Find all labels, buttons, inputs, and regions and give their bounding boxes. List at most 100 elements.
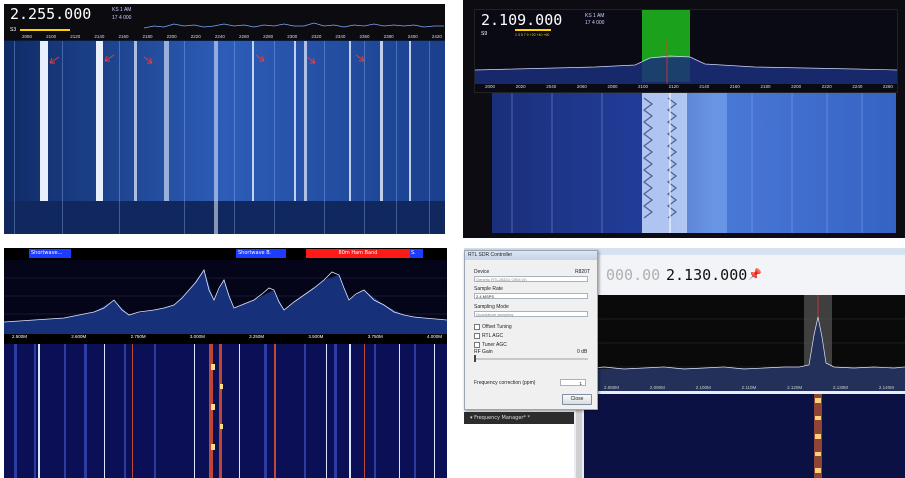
- signal-meter-bar: [20, 29, 70, 31]
- rtl-agc-checkbox[interactable]: RTL AGC: [474, 333, 503, 339]
- checkbox-box[interactable]: [474, 324, 480, 330]
- tick-label: 2.120M: [787, 385, 803, 390]
- tick-label: 2160: [729, 84, 740, 89]
- sdr-panel-top-left: 2.255.000 KS 1 AM 17 4 000 S3 2080 2100 …: [4, 4, 445, 234]
- bandwidth-line: 17 4 000: [585, 20, 605, 26]
- tick-label: 2240: [852, 84, 863, 89]
- tick-label: 3.500M: [308, 334, 324, 339]
- sample-rate-label: Sample Rate: [474, 286, 503, 292]
- frequency-axis: 2.500M 2.600M 2.750M 3.000M 3.250M 3.500…: [12, 334, 442, 339]
- waterfall-display[interactable]: [492, 93, 896, 233]
- tick-label: 2400: [407, 34, 418, 39]
- tick-label: 2.500M: [12, 334, 28, 339]
- sampling-mode-select[interactable]: Quadrature sampling: [474, 311, 588, 317]
- tick-label: 2320: [311, 34, 322, 39]
- frequency-manager-label: Frequency Manager* *: [474, 415, 531, 421]
- checkbox-label: Tuner AGC: [482, 342, 507, 348]
- waterfall-display[interactable]: [4, 41, 445, 234]
- frequency-axis: 2.080M 2.090M 2.100M 2.110M 2.120M 2.130…: [604, 385, 894, 390]
- tuner-agc-checkbox[interactable]: Tuner AGC: [474, 342, 507, 348]
- device-label: Device: [474, 269, 490, 275]
- tick-label: 2.600M: [71, 334, 87, 339]
- rf-gain-slider-thumb[interactable]: [474, 355, 476, 362]
- tick-label: 2040: [546, 84, 557, 89]
- frequency-axis: 2000 2020 2040 2060 2080 2100 2120 2140 …: [485, 84, 893, 89]
- tick-label: 2.080M: [604, 385, 620, 390]
- tick-label: 2200: [166, 34, 177, 39]
- tick-label: 3.250M: [249, 334, 265, 339]
- frequency-display[interactable]: 2.255.000: [10, 5, 91, 23]
- tuner-label: R820T: [575, 269, 591, 275]
- frequency-display-dim: 000.00: [606, 266, 661, 284]
- checkbox-box[interactable]: [474, 333, 480, 339]
- rf-gain-slider[interactable]: [474, 358, 588, 360]
- band-label[interactable]: S.: [410, 249, 423, 258]
- signal-meter-label: S3: [10, 27, 17, 33]
- tick-label: 2380: [383, 34, 394, 39]
- tick-label: 2280: [263, 34, 274, 39]
- sdr-panel-top-right: 2.109.000 KS 1 AM 17 4 000 S9 1 3 5 7 9 …: [463, 0, 905, 238]
- tick-label: 2360: [359, 34, 370, 39]
- signal-meter-bar: [515, 29, 551, 31]
- mode-line: KS 1 AM: [585, 13, 605, 19]
- waterfall-display[interactable]: [584, 394, 905, 478]
- tick-label: 2100: [638, 84, 649, 89]
- band-plan-bar: Shortwave... Shortwave B. 80m Ham Band S…: [4, 248, 447, 260]
- tick-label: 2.130M: [833, 385, 849, 390]
- signal-scale: 1 3 5 7 9 +20 +40 +60: [515, 33, 550, 37]
- rf-gain-value: 0 dB: [577, 349, 588, 355]
- frequency-display[interactable]: 2.109.000: [481, 11, 562, 29]
- tick-label: 2240: [214, 34, 225, 39]
- tick-label: 2140: [699, 84, 710, 89]
- tick-label: 2.110M: [741, 385, 757, 390]
- checkbox-label: Offset Tuning: [482, 324, 512, 330]
- dialog-title: RTL SDR Controller: [465, 251, 597, 260]
- spectrum-trace: [475, 40, 897, 84]
- tick-label: 2.090M: [649, 385, 665, 390]
- tick-label: 2020: [515, 84, 526, 89]
- spectrum-trace: [584, 295, 905, 391]
- tick-label: 2.100M: [695, 385, 711, 390]
- tick-label: 2220: [821, 84, 832, 89]
- tick-label: 2.140M: [878, 385, 894, 390]
- bandwidth-line: 17 4 000: [112, 15, 132, 21]
- frequency-manager-header[interactable]: ▾ Frequency Manager* *: [464, 412, 574, 424]
- tick-label: 2100: [46, 34, 57, 39]
- pin-icon[interactable]: 📌: [748, 268, 762, 281]
- tick-label: 2180: [142, 34, 153, 39]
- offset-tuning-checkbox[interactable]: Offset Tuning: [474, 324, 512, 330]
- frequency-manager-panel: [464, 424, 574, 478]
- device-select[interactable]: Generic RTL2832U OEM (0): [474, 276, 588, 282]
- tick-label: 2200: [791, 84, 802, 89]
- band-label-80m[interactable]: 80m Ham Band: [306, 249, 410, 258]
- close-button[interactable]: Close: [562, 394, 592, 405]
- checkbox-box[interactable]: [474, 342, 480, 348]
- band-label[interactable]: Shortwave B.: [236, 249, 286, 258]
- waterfall-display[interactable]: [4, 344, 447, 478]
- tick-label: 2340: [335, 34, 346, 39]
- checkbox-label: RTL AGC: [482, 333, 504, 339]
- freq-correction-input[interactable]: 1: [560, 379, 586, 386]
- tick-label: 2000: [485, 84, 496, 89]
- tick-label: 2300: [287, 34, 298, 39]
- tick-label: 2140: [94, 34, 105, 39]
- tick-label: 2180: [760, 84, 771, 89]
- sample-rate-select[interactable]: 2.4 MSPS: [474, 293, 588, 299]
- sampling-mode-label: Sampling Mode: [474, 304, 509, 310]
- spectrum-trace: [4, 260, 447, 334]
- tick-label: 2420: [431, 34, 442, 39]
- rf-gain-label: RF Gain: [474, 349, 493, 355]
- scrollbar[interactable]: [576, 402, 582, 478]
- frequency-header: 000.00 2.130.000 📌: [600, 255, 905, 295]
- tick-label: 2120: [70, 34, 81, 39]
- tick-label: 2220: [190, 34, 201, 39]
- band-label[interactable]: Shortwave...: [29, 249, 71, 258]
- frequency-display[interactable]: 2.130.000: [666, 266, 747, 284]
- signal-meter-label: S9: [481, 31, 488, 37]
- tick-label: 4.000M: [426, 334, 442, 339]
- mode-line: KS 1 AM: [112, 7, 132, 13]
- sdr-panel-bottom-left: Shortwave... Shortwave B. 80m Ham Band S…: [4, 248, 447, 478]
- tick-label: 2080: [22, 34, 33, 39]
- tick-label: 3.750M: [367, 334, 383, 339]
- tick-label: 3.000M: [189, 334, 205, 339]
